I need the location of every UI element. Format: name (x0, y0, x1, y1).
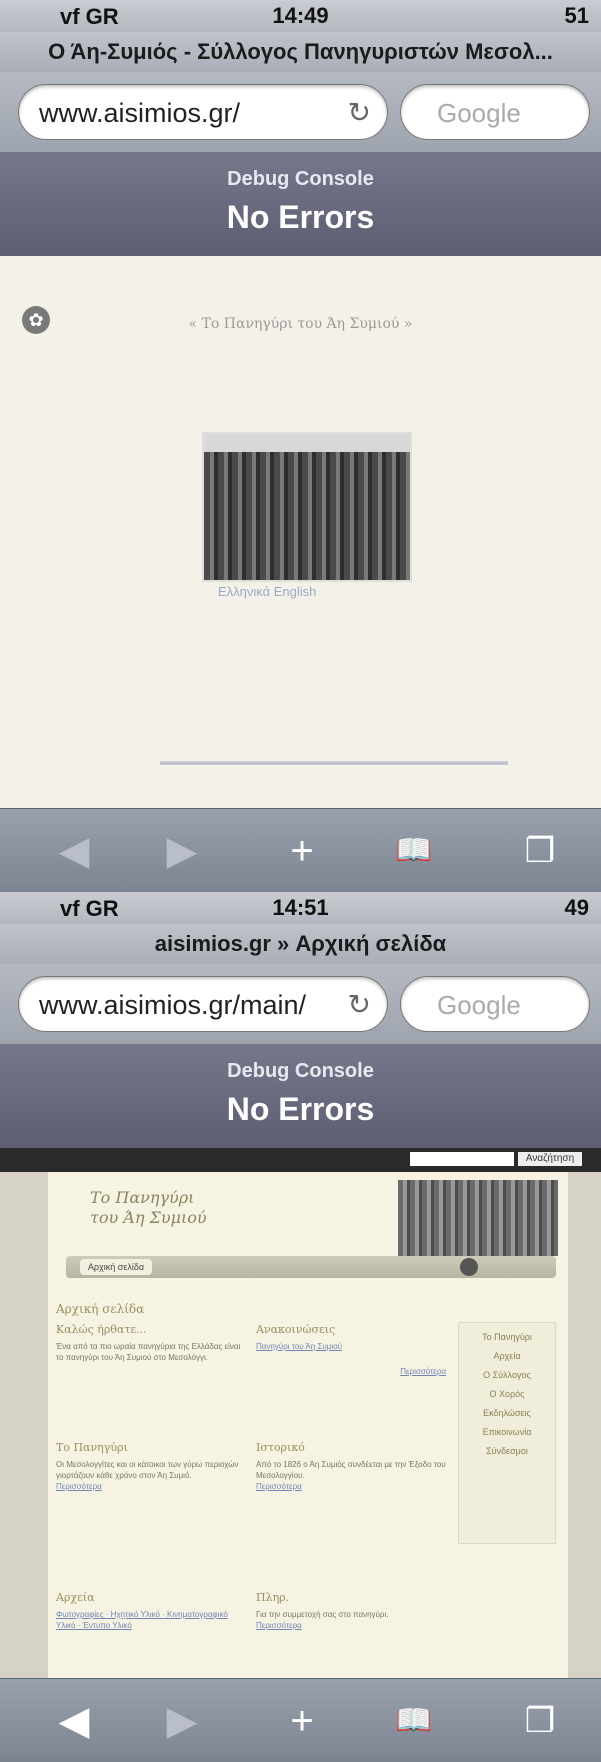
address-row: www.aisimios.gr/main/ ↻ Google (0, 964, 601, 1044)
bottom-toolbar: ◀ ▶ + 📖 ❐ (0, 1678, 601, 1762)
archive-links[interactable]: Φωτογραφίες · Ηχητικό Υλικό · Κινηματογρ… (56, 1609, 246, 1631)
debug-status: No Errors (226, 199, 375, 235)
search-field[interactable]: Google (400, 976, 590, 1032)
bottom-toolbar: ◀ ▶ + 📖 ❐ (0, 808, 601, 892)
emblem-icon (460, 1258, 478, 1276)
section-title: Πληρ. (256, 1591, 290, 1604)
tab-home[interactable]: Αρχική σελίδα (80, 1259, 152, 1275)
page-title: aisimios.gr » Αρχική σελίδα (0, 924, 601, 964)
battery-level: 51 (564, 3, 589, 28)
section-title: Ιστορικό (256, 1441, 305, 1454)
more-link[interactable]: Περισσότερα (256, 1620, 446, 1631)
section-text: Από το 1826 ο Άη Συμιός συνδέεται με την… (256, 1460, 446, 1480)
search-field[interactable]: Google (400, 84, 590, 140)
nav-bar: Αρχική σελίδα (66, 1256, 556, 1278)
sidebar-item[interactable]: Σύνδεσμοι (459, 1446, 555, 1456)
debug-console-label: Debug Console (227, 168, 374, 190)
section-archive: Αρχεία Φωτογραφίες · Ηχητικό Υλικό · Κιν… (56, 1592, 246, 1631)
more-link[interactable]: Περισσότερα (56, 1481, 246, 1492)
back-icon[interactable]: ◀ (44, 1693, 104, 1749)
site-logo[interactable]: Το Πανηγύρι του Άη Συμιού (90, 1188, 207, 1228)
news-link[interactable]: Πανηγύρι του Άη Συμιού (256, 1341, 446, 1352)
section-title: Καλώς ήρθατε... (56, 1323, 147, 1336)
forward-icon[interactable]: ▶ (152, 823, 212, 879)
address-field[interactable]: www.aisimios.gr/main/ ↻ (18, 976, 388, 1032)
section-title: Το Πανηγύρι (56, 1441, 128, 1454)
address-text: www.aisimios.gr/main/ (39, 990, 307, 1020)
reload-icon[interactable]: ↻ (348, 977, 371, 1033)
bookmarks-icon[interactable]: 📖 (384, 1693, 444, 1749)
section-info: Πληρ. Για την συμμετοχή σας στο πανηγύρι… (256, 1592, 446, 1631)
header-photo (398, 1180, 558, 1256)
back-icon[interactable]: ◀ (44, 823, 104, 879)
sidebar-item[interactable]: Εκδηλώσεις (459, 1408, 555, 1418)
screenshot-2: vf GR 14:51 49 aisimios.gr » Αρχική σελί… (0, 892, 601, 1762)
section-title: Ανακοινώσεις (256, 1323, 336, 1336)
battery-level: 49 (564, 895, 589, 920)
more-link[interactable]: Περισσότερα (256, 1366, 446, 1377)
add-icon[interactable]: + (272, 823, 332, 879)
more-link[interactable]: Περισσότερα (256, 1481, 446, 1492)
sidebar-item[interactable]: Επικοινωνία (459, 1427, 555, 1437)
clock: 14:49 (272, 3, 329, 28)
reload-icon[interactable]: ↻ (348, 85, 371, 141)
address-field[interactable]: www.aisimios.gr/ ↻ (18, 84, 388, 140)
site-search-input[interactable] (410, 1152, 514, 1166)
tabs-icon[interactable]: ❐ (510, 1693, 570, 1749)
section-history: Ιστορικό Από το 1826 ο Άη Συμιός συνδέετ… (256, 1442, 446, 1492)
section-news: Ανακοινώσεις Πανηγύρι του Άη Συμιού Περι… (256, 1324, 446, 1377)
web-content: Αναζήτηση Το Πανηγύρι του Άη Συμιού Αρχι… (0, 1148, 601, 1678)
status-bar: vf GR 14:49 51 (0, 0, 601, 32)
page-sheet: Το Πανηγύρι του Άη Συμιού Αρχική σελίδα … (48, 1172, 568, 1678)
clock: 14:51 (272, 895, 329, 920)
forward-icon[interactable]: ▶ (152, 1693, 212, 1749)
site-search-button[interactable]: Αναζήτηση (518, 1152, 582, 1166)
top-search-strip: Αναζήτηση (0, 1148, 601, 1172)
debug-status: No Errors (226, 1091, 375, 1127)
bookmarks-icon[interactable]: 📖 (384, 823, 444, 879)
main-heading: Αρχική σελίδα (56, 1302, 145, 1316)
debug-console-label: Debug Console (227, 1060, 374, 1082)
section-text: Οι Μεσολογγίτες και οι κάτοικοι των γύρω… (56, 1460, 239, 1480)
site-title-line1: Το Πανηγύρι (90, 1188, 195, 1207)
section-welcome: Καλώς ήρθατε... Ένα από τα πιο ωραία παν… (56, 1324, 246, 1363)
sidebar-item[interactable]: Το Πανηγύρι (459, 1332, 555, 1342)
screenshot-1: vf GR 14:49 51 Ο Άη-Συμιός - Σύλλογος Πα… (0, 0, 601, 892)
footer-link-bar[interactable]: ▬▬▬▬▬▬▬▬▬▬▬▬▬▬▬▬▬▬▬▬▬▬▬▬▬▬▬▬▬ (160, 754, 508, 768)
group-photo[interactable] (202, 432, 412, 582)
debug-console: Debug Console No Errors (0, 1044, 601, 1148)
debug-console: Debug Console No Errors (0, 152, 601, 256)
sidebar-item[interactable]: Ο Σύλλογος (459, 1370, 555, 1380)
status-bar: vf GR 14:51 49 (0, 892, 601, 924)
address-text: www.aisimios.gr/ (39, 98, 241, 128)
site-title-line2: του Άη Συμιού (90, 1208, 207, 1227)
section-festival: Το Πανηγύρι Οι Μεσολογγίτες και οι κάτοι… (56, 1442, 246, 1492)
section-title: Αρχεία (56, 1591, 95, 1604)
sidebar-item[interactable]: Ο Χορός (459, 1389, 555, 1399)
address-row: www.aisimios.gr/ ↻ Google (0, 72, 601, 152)
section-text: Ένα από τα πιο ωραία πανηγύρια της Ελλάδ… (56, 1342, 241, 1362)
language-links[interactable]: Ελληνικά English (218, 584, 316, 599)
sidebar-menu: Το Πανηγύρι Αρχεία Ο Σύλλογος Ο Χορός Εκ… (458, 1322, 556, 1544)
web-content: ✿ « Το Πανηγύρι του Άη Συμιού » Ελληνικά… (0, 256, 601, 808)
site-crumb: « Το Πανηγύρι του Άη Συμιού » (188, 316, 413, 332)
tabs-icon[interactable]: ❐ (510, 823, 570, 879)
section-text: Για την συμμετοχή σας στο πανηγύρι. (256, 1610, 389, 1619)
add-icon[interactable]: + (272, 1693, 332, 1749)
page-title: Ο Άη-Συμιός - Σύλλογος Πανηγυριστών Μεσο… (0, 32, 601, 72)
sidebar-item[interactable]: Αρχεία (459, 1351, 555, 1361)
